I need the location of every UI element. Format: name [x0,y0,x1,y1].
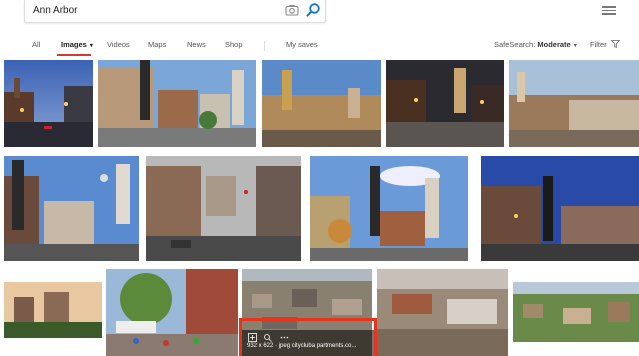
image-result-3[interactable] [262,60,381,147]
downtown-sunny-thumbnail [262,60,381,147]
camera-icon[interactable] [285,3,299,17]
active-tab-indicator [57,54,91,56]
tab-images[interactable]: Images ▾ [61,40,93,49]
tab-maps[interactable]: Maps [148,40,166,49]
image-result-14[interactable] [513,282,639,342]
vertical-tabs: All Images ▾ Videos Maps News Shop My sav… [0,36,639,56]
image-result-5[interactable] [509,60,639,147]
filter-label: Filter [590,40,607,49]
tab-shop[interactable]: Shop [225,40,243,49]
image-result-13[interactable] [377,269,508,356]
image-result-6[interactable] [4,156,139,261]
street-night-thumbnail [386,60,504,147]
aerial-overview-thumbnail [513,282,639,342]
image-result-10[interactable] [4,282,102,338]
funnel-icon [610,40,621,49]
chevron-down-icon: ▾ [573,43,577,49]
hamburger-menu-icon[interactable] [602,4,616,18]
michigan-theater-thumbnail [4,156,139,261]
tab-divider [264,41,265,51]
image-result-2[interactable] [98,60,256,147]
image-result-9[interactable] [481,156,639,261]
safesearch-value: Moderate [537,40,571,49]
image-result-1[interactable] [4,60,93,147]
filter-button[interactable]: Filter [590,40,621,49]
tab-videos[interactable]: Videos [107,40,130,49]
safesearch-label: SafeSearch: [494,40,536,49]
search-bar [24,0,326,23]
aerial-campus-thumbnail [377,269,508,356]
autumn-downtown-thumbnail [310,156,468,261]
image-result-7[interactable] [146,156,301,261]
chevron-down-icon: ▾ [89,43,93,49]
image-result-8[interactable] [310,156,468,261]
main-street-thumbnail [98,60,256,147]
tab-my-saves[interactable]: My saves [286,40,318,49]
aerial-rooftops-thumbnail [509,60,639,147]
image-result-4[interactable] [386,60,504,147]
magnifier-icon[interactable] [305,2,321,18]
street-fair-thumbnail [106,269,238,356]
highlight-box [239,318,377,356]
street-dusk-thumbnail [4,60,93,147]
skyline-sunset-thumbnail [4,282,102,338]
rainy-street-thumbnail [146,156,301,261]
theater-sign-thumbnail [481,156,639,261]
image-result-11[interactable] [106,269,238,356]
safesearch-dropdown[interactable]: SafeSearch: Moderate ▾ [494,40,577,49]
search-input[interactable] [33,3,273,18]
tab-all[interactable]: All [32,40,40,49]
tab-images-label: Images [61,40,87,49]
tab-news[interactable]: News [187,40,206,49]
